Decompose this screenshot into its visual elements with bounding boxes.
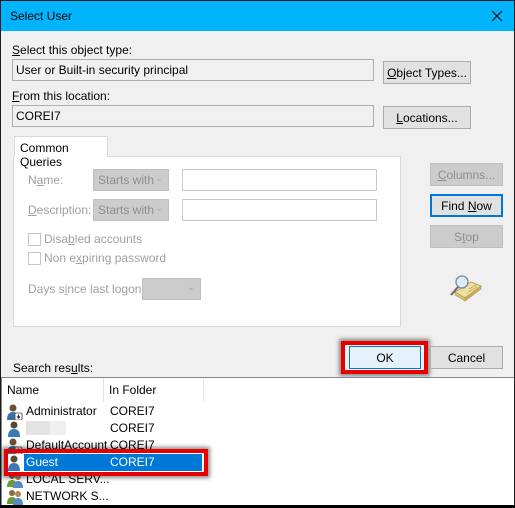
row-folder: COREI7 <box>110 421 155 435</box>
object-type-field: User or Built-in security principal <box>12 59 374 81</box>
days-since-logon-combo[interactable]: ⌄ <box>142 278 201 300</box>
non-expiring-password-checkbox[interactable] <box>28 252 41 265</box>
disabled-accounts-checkbox[interactable] <box>28 233 41 246</box>
description-filter-combo[interactable]: Starts with ⌄ <box>93 199 169 221</box>
group-icon <box>7 489 23 505</box>
find-now-button[interactable]: Find Now <box>430 194 503 217</box>
row-folder: COREI7 <box>110 404 155 418</box>
search-directory-icon <box>450 275 482 302</box>
search-results-label: Search results: <box>13 361 94 375</box>
user-icon <box>7 421 23 437</box>
locations-button[interactable]: Locations... <box>383 106 471 129</box>
column-header-name[interactable]: Name <box>2 378 104 402</box>
location-field: COREI7 <box>12 105 374 127</box>
table-row[interactable]: COREI7 <box>2 420 514 437</box>
name-input[interactable] <box>182 169 377 191</box>
tab-common-queries[interactable]: Common Queries <box>14 136 108 169</box>
column-header-in-folder[interactable]: In Folder <box>104 378 204 402</box>
table-row[interactable]: Administrator COREI7 <box>2 403 514 421</box>
stop-button[interactable]: St op <box>430 225 503 248</box>
name-label: Name: <box>28 173 64 187</box>
select-user-dialog: Select User Select this object type: Use… <box>0 0 515 505</box>
redacted-name <box>26 421 66 435</box>
title-bar: Select User <box>1 1 514 31</box>
chevron-down-icon: ⌄ <box>186 282 195 293</box>
admin-user-icon <box>7 404 23 421</box>
name-filter-combo[interactable]: Starts with ⌄ <box>93 169 169 191</box>
description-label: Description: <box>28 203 92 217</box>
guest-row-highlight <box>4 449 208 476</box>
columns-button[interactable]: Columns... <box>430 163 503 186</box>
chevron-down-icon: ⌄ <box>154 173 163 184</box>
description-input[interactable] <box>182 199 377 221</box>
search-results-list[interactable]: Name In Folder Administrator COREI7 COREI7… <box>1 377 514 505</box>
non-expiring-password-label: Non expiring password <box>44 251 167 265</box>
chevron-down-icon: ⌄ <box>154 203 163 214</box>
window-title: Select User <box>10 9 73 23</box>
cancel-button[interactable]: Cancel <box>430 346 503 369</box>
object-types-button[interactable]: Object Types... <box>383 61 471 84</box>
disabled-accounts-label: Disabled accounts <box>44 232 143 246</box>
close-icon <box>491 10 503 22</box>
list-header: Name In Folder <box>2 378 514 402</box>
table-row[interactable]: NETWORK S... <box>2 488 514 505</box>
row-name: NETWORK S... <box>26 489 109 503</box>
object-type-label: Select this object type: <box>12 43 133 57</box>
location-label: From this location: <box>12 89 111 103</box>
row-name: Administrator <box>26 404 97 418</box>
close-button[interactable] <box>480 1 514 31</box>
days-since-logon-label: Days since last logon: <box>28 282 145 296</box>
ok-button[interactable]: OK <box>349 346 421 369</box>
